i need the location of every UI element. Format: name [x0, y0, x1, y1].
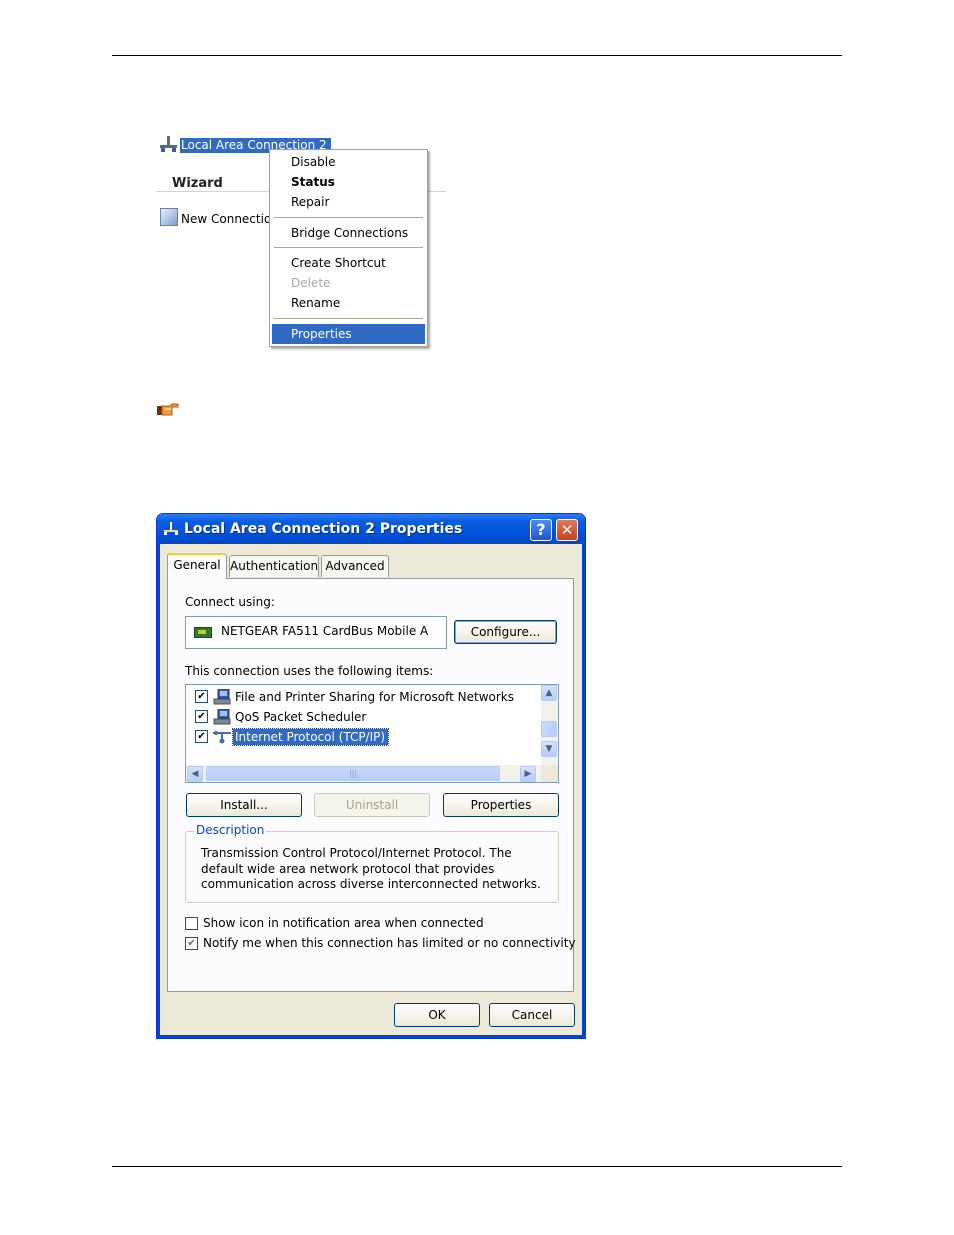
new-connection-item[interactable]: New Connection [160, 208, 279, 226]
dialog-title-bar[interactable]: Local Area Connection 2 Properties ? ✕ [157, 514, 585, 544]
scroll-up-button[interactable]: ▲ [541, 685, 557, 701]
properties-dialog: Local Area Connection 2 Properties ? ✕ G… [156, 513, 586, 1039]
dialog-frame [157, 544, 160, 1038]
header-rule [112, 55, 842, 56]
scrollbar-corner [541, 765, 558, 782]
ok-button[interactable]: OK [394, 1003, 480, 1027]
item-label: Internet Protocol (TCP/IP) [231, 728, 390, 746]
uninstall-button: Uninstall [314, 793, 430, 817]
scroll-right-button[interactable]: ▶ [520, 766, 536, 782]
new-connection-wizard-icon [160, 208, 178, 226]
description-group: Description Transmission Control Protoco… [185, 823, 559, 903]
menu-separator [274, 247, 423, 248]
general-tab-panel: Connect using: NETGEAR FA511 CardBus Mob… [167, 578, 576, 992]
menu-item-rename[interactable]: Rename [272, 293, 425, 313]
properties-button[interactable]: Properties [443, 793, 559, 817]
show-icon-option[interactable]: Show icon in notification area when conn… [185, 916, 545, 932]
notify-option[interactable]: Notify me when this connection has limit… [185, 936, 576, 952]
list-item[interactable]: File and Printer Sharing for Microsoft N… [193, 689, 533, 707]
show-icon-checkbox[interactable] [185, 917, 198, 930]
tab-authentication[interactable]: Authentication [229, 555, 319, 577]
item-label: File and Printer Sharing for Microsoft N… [235, 690, 514, 704]
vertical-scroll-thumb[interactable] [541, 721, 557, 737]
tab-general[interactable]: General [167, 553, 227, 579]
menu-item-bridge-connections[interactable]: Bridge Connections [272, 223, 425, 243]
adapter-field: NETGEAR FA511 CardBus Mobile A [185, 616, 447, 649]
item-checkbox[interactable] [195, 690, 208, 703]
dialog-frame [157, 1035, 585, 1038]
menu-separator [274, 318, 423, 319]
show-icon-label: Show icon in notification area when conn… [203, 916, 484, 930]
scroll-down-button[interactable]: ▼ [541, 741, 557, 757]
list-item[interactable]: QoS Packet Scheduler [193, 709, 533, 727]
list-item[interactable]: Internet Protocol (TCP/IP) [193, 728, 533, 747]
notify-checkbox[interactable] [185, 937, 198, 950]
network-card-icon [194, 627, 212, 638]
help-button[interactable]: ? [530, 519, 552, 541]
menu-item-status[interactable]: Status [272, 172, 425, 192]
new-connection-label: New Connection [181, 212, 279, 226]
menu-item-delete: Delete [291, 276, 331, 290]
item-checkbox[interactable] [195, 730, 208, 743]
description-text: Transmission Control Protocol/Internet P… [201, 846, 541, 891]
adapter-name: NETGEAR FA511 CardBus Mobile A [221, 624, 429, 638]
dialog-title: Local Area Connection 2 Properties [184, 521, 463, 537]
dialog-frame [582, 544, 585, 1038]
install-button[interactable]: Install... [186, 793, 302, 817]
scroll-left-button[interactable]: ◀ [187, 766, 203, 782]
components-list[interactable]: File and Printer Sharing for Microsoft N… [185, 684, 559, 783]
item-label: QoS Packet Scheduler [235, 710, 367, 724]
network-service-icon [213, 709, 231, 725]
vertical-scrollbar[interactable]: ▲ ▼ [541, 685, 558, 765]
menu-item-properties[interactable]: Properties [272, 324, 425, 344]
item-checkbox[interactable] [195, 710, 208, 723]
pointing-hand-icon [157, 403, 179, 416]
items-label: This connection uses the following items… [185, 664, 434, 678]
menu-item-repair[interactable]: Repair [272, 192, 425, 212]
network-connection-icon [164, 522, 178, 535]
menu-item-create-shortcut[interactable]: Create Shortcut [272, 253, 425, 273]
protocol-icon [213, 731, 231, 744]
configure-button[interactable]: Configure... [454, 620, 557, 644]
network-service-icon [213, 689, 231, 705]
notify-label: Notify me when this connection has limit… [203, 936, 576, 950]
description-title: Description [194, 823, 267, 837]
close-button[interactable]: ✕ [556, 519, 578, 541]
menu-separator [274, 217, 423, 218]
horizontal-scroll-thumb[interactable]: ||| [206, 766, 500, 781]
horizontal-scrollbar[interactable]: ◀ ||| ▶ [186, 765, 558, 782]
network-connection-icon [160, 136, 177, 152]
context-menu: Disable Status Repair Bridge Connections… [269, 149, 428, 347]
connect-using-label: Connect using: [185, 595, 275, 609]
cancel-button[interactable]: Cancel [489, 1003, 575, 1027]
footer-rule [112, 1166, 842, 1167]
wizard-label: Wizard [172, 176, 223, 191]
menu-item-disable[interactable]: Disable [272, 152, 425, 172]
tab-advanced[interactable]: Advanced [321, 555, 389, 577]
